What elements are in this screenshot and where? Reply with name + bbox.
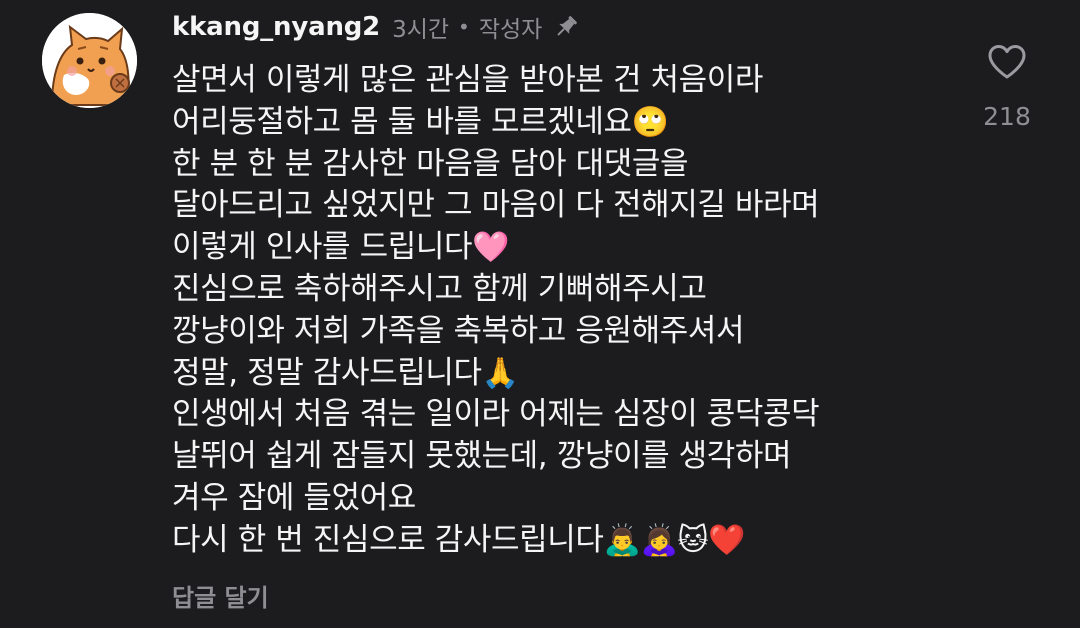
rolling-eyes-emoji-icon: 🙄	[631, 104, 669, 140]
cat-avatar-icon	[42, 13, 137, 108]
comment-line: 이렇게 인사를 드립니다🩷	[172, 229, 510, 266]
username[interactable]: kkang_nyang2	[172, 12, 380, 42]
pink-heart-emoji-icon: 🩷	[472, 230, 510, 266]
pin-icon	[557, 16, 578, 36]
comment-line: 정말, 정말 감사드립니다🙏	[172, 354, 519, 391]
folded-hands-emoji-icon: 🙏	[481, 355, 519, 391]
comment-body: 살면서 이렇게 많은 관심을 받아본 건 처음이라 어리둥절하고 몸 둘 바를 …	[172, 60, 962, 562]
comment-line: 다시 한 번 진심으로 감사드립니다🙇‍♂️🙇‍♀️🐱❤️	[172, 521, 746, 558]
comment-line: 달아드리고 싶었지만 그 마음이 다 전해지길 바라며	[172, 187, 820, 224]
comment-line: 날뛰어 쉽게 잠들지 못했는데, 깡냥이를 생각하며	[172, 438, 792, 475]
comment-line: 어리둥절하고 몸 둘 바를 모르겠네요🙄	[172, 103, 669, 140]
comment-header: kkang_nyang2 3시간 • 작성자	[172, 10, 580, 44]
like-count: 218	[983, 102, 1031, 131]
meta-separator: •	[458, 15, 470, 39]
reply-button[interactable]: 답글 달기	[172, 578, 269, 613]
bowing-cat-heart-emoji-icon: 🙇‍♂️🙇‍♀️🐱❤️	[603, 522, 746, 558]
avatar[interactable]	[42, 13, 137, 108]
author-badge: 작성자	[478, 17, 543, 43]
comment-line: 겨우 잠에 들었어요	[172, 479, 416, 516]
comment-line: 살면서 이렇게 많은 관심을 받아본 건 처음이라	[172, 62, 764, 98]
heart-icon[interactable]	[987, 44, 1027, 80]
comment-line: 한 분 한 분 감사한 마음을 담아 대댓글을	[172, 145, 689, 182]
timestamp: 3시간	[392, 17, 450, 43]
comment-line: 깡냥이와 저희 가족을 축복하고 응원해주셔서	[172, 312, 745, 349]
like-button[interactable]: 218	[978, 44, 1036, 131]
comment-line: 진심으로 축하해주시고 함께 기뻐해주시고	[172, 270, 707, 307]
comment-line: 인생에서 처음 겪는 일이라 어제는 심장이 콩닥콩닥	[172, 396, 820, 433]
